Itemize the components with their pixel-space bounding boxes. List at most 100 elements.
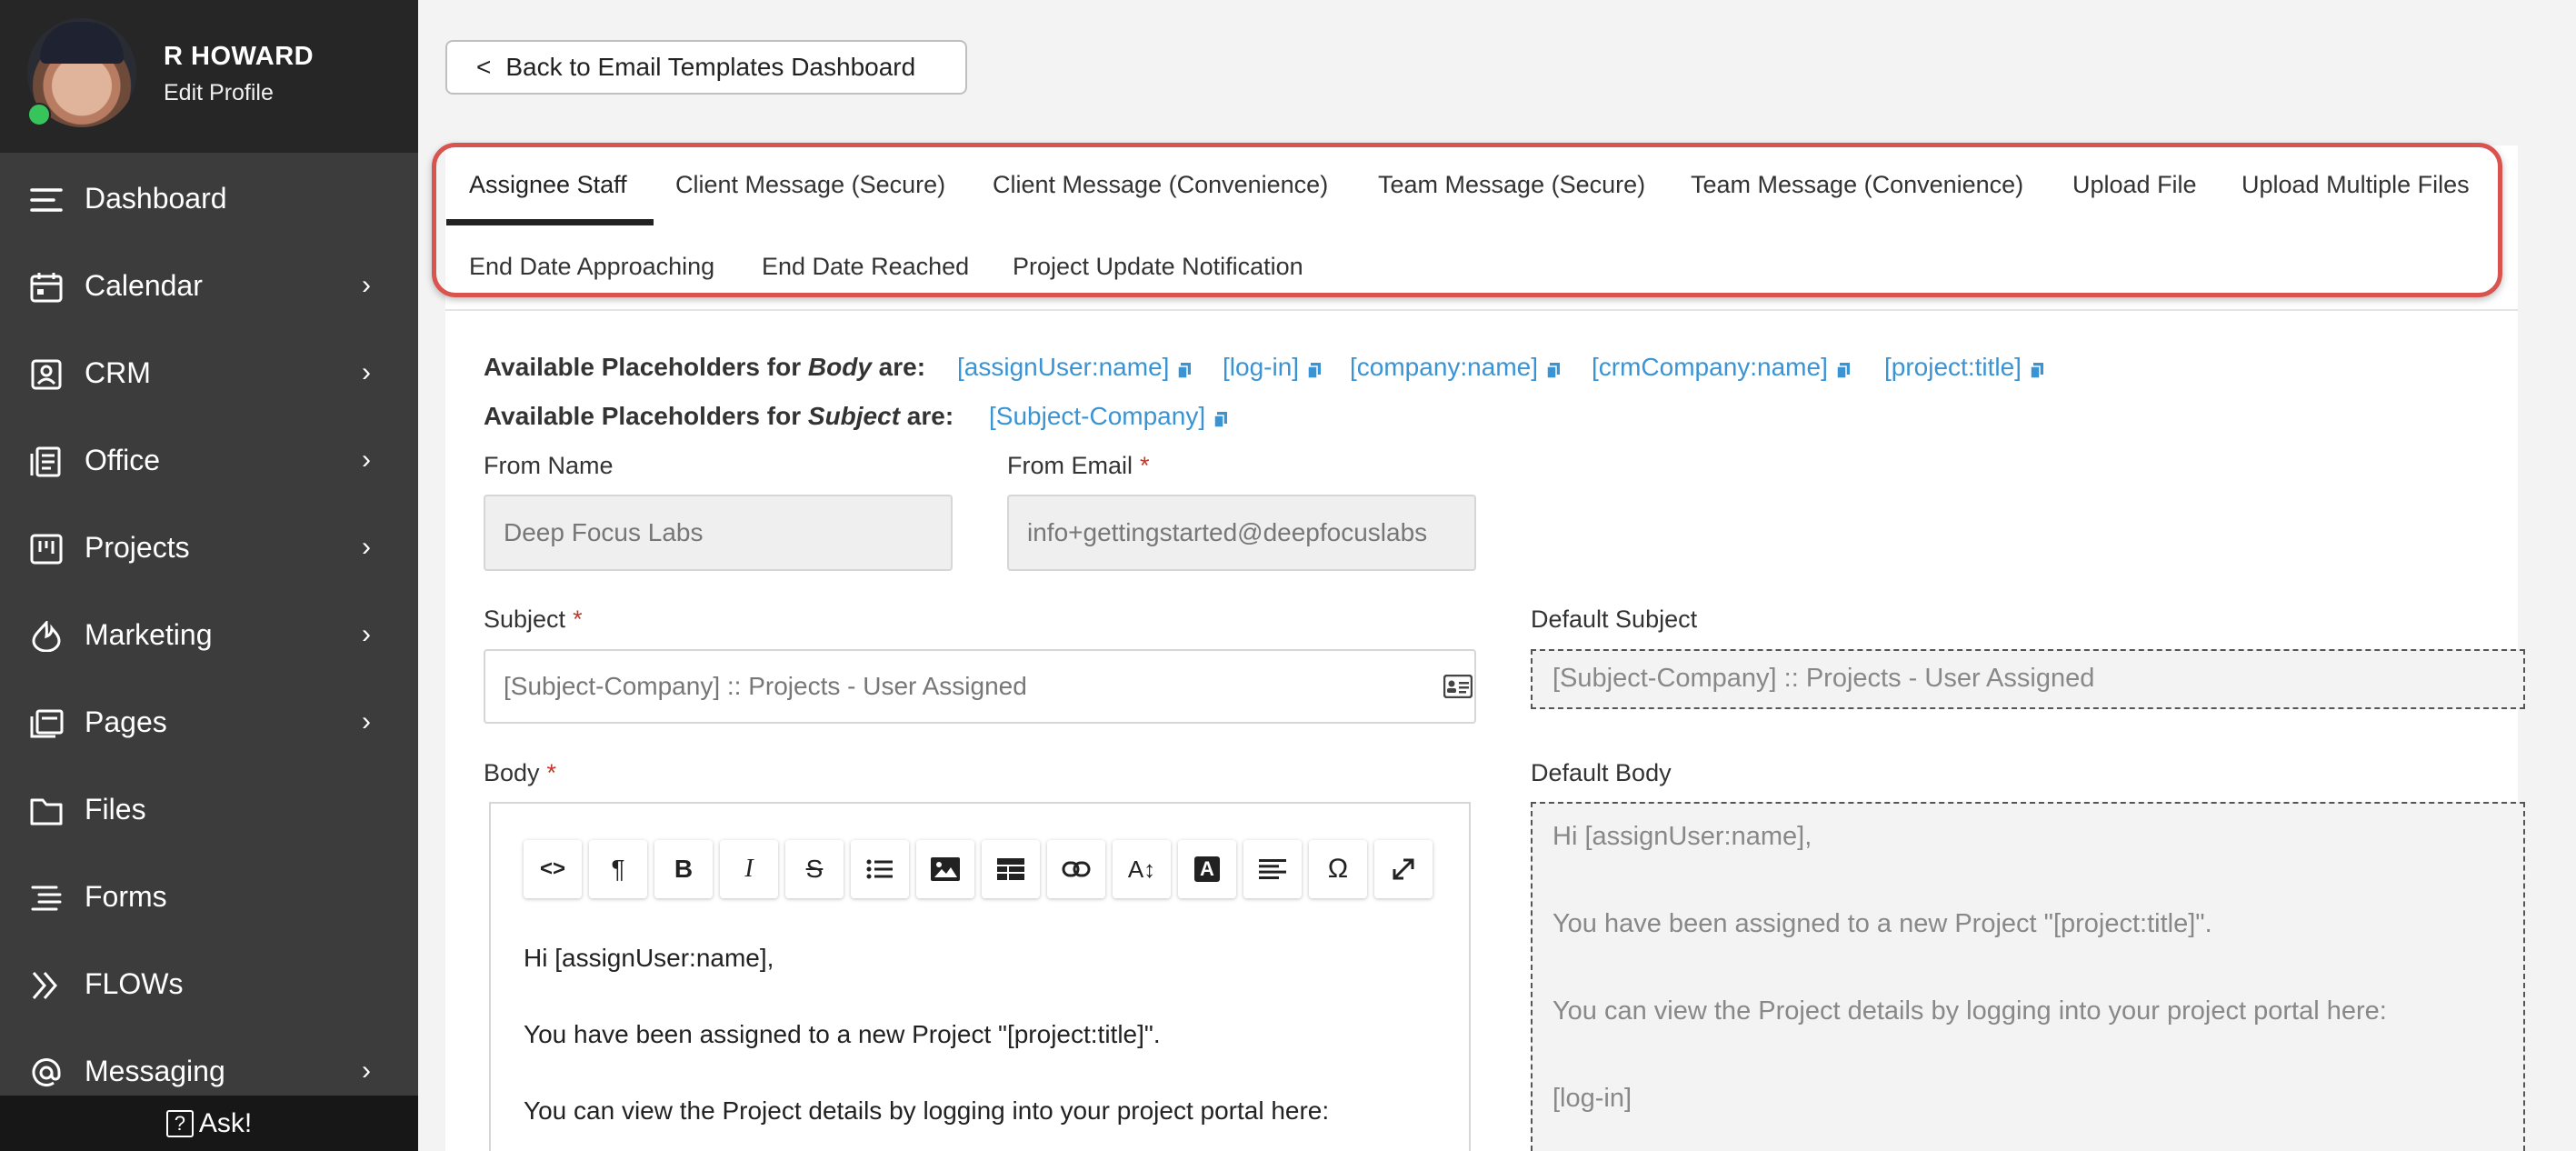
placeholder-subject-company[interactable]: [Subject-Company] bbox=[989, 402, 1228, 431]
copy-icon[interactable] bbox=[1547, 363, 1560, 378]
sidebar-item-marketing[interactable]: Marketing › bbox=[0, 592, 418, 679]
sidebar-item-label: Files bbox=[85, 793, 146, 826]
font-size-button[interactable]: A↕ bbox=[1113, 840, 1171, 898]
online-status-icon bbox=[27, 103, 51, 126]
align-button[interactable] bbox=[1243, 840, 1302, 898]
sidebar-item-label: Calendar bbox=[85, 269, 203, 302]
back-button-label: Back to Email Templates Dashboard bbox=[505, 53, 916, 81]
back-to-dashboard-button[interactable]: < Back to Email Templates Dashboard bbox=[445, 40, 967, 95]
sidebar-item-crm[interactable]: CRM › bbox=[0, 330, 418, 417]
chevron-right-icon: › bbox=[362, 270, 371, 300]
sidebar-item-label: CRM bbox=[85, 356, 151, 389]
body-placeholders-label: Available Placeholders for Body are: bbox=[484, 353, 926, 381]
default-body-line: You have been assigned to a new Project … bbox=[1553, 909, 2212, 938]
sidebar-item-label: Dashboard bbox=[85, 182, 227, 215]
sidebar-item-calendar[interactable]: Calendar › bbox=[0, 243, 418, 330]
chevron-right-icon: › bbox=[362, 357, 371, 387]
subject-field-value: [Subject-Company] :: Projects - User Ass… bbox=[504, 672, 1027, 700]
text-color-button[interactable]: A bbox=[1178, 840, 1236, 898]
default-body-line: Hi [assignUser:name], bbox=[1553, 822, 1812, 851]
sidebar-item-dashboard[interactable]: Dashboard bbox=[0, 155, 418, 243]
from-email-label: From Email * bbox=[1007, 452, 1150, 479]
text-color-icon: A bbox=[1194, 856, 1220, 882]
ask-button[interactable]: ? Ask! bbox=[0, 1096, 418, 1151]
sidebar-item-label: Messaging bbox=[85, 1055, 225, 1087]
sidebar-item-label: Marketing bbox=[85, 618, 213, 651]
align-left-icon bbox=[1259, 859, 1286, 879]
sidebar-item-label: Projects bbox=[85, 531, 190, 564]
code-view-button[interactable]: <> bbox=[524, 840, 582, 898]
subject-field[interactable]: [Subject-Company] :: Projects - User Ass… bbox=[484, 649, 1476, 724]
default-body-line: You can view the Project details by logg… bbox=[1553, 996, 2387, 1026]
placeholder-company-name[interactable]: [company:name] bbox=[1350, 353, 1560, 382]
default-subject-label: Default Subject bbox=[1531, 606, 1698, 633]
from-email-field[interactable]: info+gettingstarted@deepfocuslabs bbox=[1007, 495, 1476, 571]
copy-icon[interactable] bbox=[1178, 363, 1192, 378]
list-icon bbox=[866, 859, 893, 879]
copy-icon[interactable] bbox=[1214, 412, 1228, 427]
at-sign-icon bbox=[32, 1058, 61, 1086]
sidebar-item-label: FLOWs bbox=[85, 967, 184, 1000]
copy-icon[interactable] bbox=[1836, 363, 1850, 378]
image-button[interactable] bbox=[916, 840, 974, 898]
kanban-board-icon bbox=[30, 534, 63, 565]
default-subject-text: [Subject-Company] :: Projects - User Ass… bbox=[1553, 664, 2095, 693]
default-body-label: Default Body bbox=[1531, 759, 1672, 786]
question-box-icon: ? bbox=[165, 1109, 194, 1137]
user-name: R HOWARD bbox=[164, 42, 315, 71]
edit-profile-link[interactable]: Edit Profile bbox=[164, 80, 274, 106]
table-icon bbox=[997, 858, 1024, 880]
folder-icon bbox=[30, 798, 63, 826]
contact-card-icon bbox=[31, 359, 62, 390]
required-mark: * bbox=[546, 759, 557, 786]
italic-button[interactable]: I bbox=[720, 840, 778, 898]
default-subject-display: [Subject-Company] :: Projects - User Ass… bbox=[1531, 649, 2525, 709]
tabs-highlight-outline bbox=[432, 143, 2502, 297]
sidebar-item-flows[interactable]: FLOWs bbox=[0, 941, 418, 1028]
paragraph-button[interactable]: ¶ bbox=[589, 840, 647, 898]
sidebar-item-files[interactable]: Files bbox=[0, 766, 418, 854]
table-button[interactable] bbox=[982, 840, 1040, 898]
strikethrough-button[interactable]: S bbox=[785, 840, 844, 898]
from-name-field[interactable]: Deep Focus Labs bbox=[484, 495, 953, 571]
placeholder-assign-user-name[interactable]: [assignUser:name] bbox=[957, 353, 1192, 382]
subject-label: Subject * bbox=[484, 606, 583, 633]
profile-panel: R HOWARD Edit Profile bbox=[0, 0, 418, 153]
copy-icon[interactable] bbox=[2030, 363, 2043, 378]
placeholder-picker-icon[interactable] bbox=[1443, 675, 1473, 698]
sidebar-item-pages[interactable]: Pages › bbox=[0, 679, 418, 766]
form-list-icon bbox=[31, 886, 62, 911]
special-char-button[interactable]: Ω bbox=[1309, 840, 1367, 898]
calendar-icon bbox=[30, 273, 63, 303]
code-icon: <> bbox=[539, 856, 566, 881]
expand-icon bbox=[1393, 858, 1414, 880]
list-button[interactable] bbox=[851, 840, 909, 898]
sidebar-item-office[interactable]: Office › bbox=[0, 417, 418, 505]
link-button[interactable] bbox=[1047, 840, 1105, 898]
copy-icon[interactable] bbox=[1308, 363, 1322, 378]
placeholder-project-title[interactable]: [project:title] bbox=[1884, 353, 2043, 382]
placeholder-log-in[interactable]: [log-in] bbox=[1223, 353, 1322, 382]
pages-icon bbox=[30, 709, 64, 738]
italic-icon: I bbox=[744, 855, 754, 883]
body-editor-line: You have been assigned to a new Project … bbox=[524, 1020, 1161, 1048]
ask-label: Ask! bbox=[198, 1107, 253, 1138]
sidebar-item-label: Pages bbox=[85, 706, 167, 738]
bold-button[interactable]: B bbox=[654, 840, 713, 898]
placeholder-crm-company-name[interactable]: [crmCompany:name] bbox=[1592, 353, 1850, 382]
chevron-right-icon: › bbox=[362, 706, 371, 736]
sidebar-item-forms[interactable]: Forms bbox=[0, 854, 418, 941]
body-editor-line: You can view the Project details by logg… bbox=[524, 1096, 1330, 1125]
sidebar-item-label: Forms bbox=[85, 880, 167, 913]
required-mark: * bbox=[573, 606, 583, 633]
sidebar-item-projects[interactable]: Projects › bbox=[0, 505, 418, 592]
chevron-right-icon: › bbox=[362, 445, 371, 475]
bold-icon: B bbox=[674, 855, 694, 883]
paragraph-icon: ¶ bbox=[611, 855, 625, 883]
chevron-right-icon: › bbox=[362, 619, 371, 649]
back-arrow-icon: < bbox=[476, 53, 492, 81]
office-document-icon bbox=[30, 446, 61, 477]
fullscreen-button[interactable] bbox=[1374, 840, 1433, 898]
menu-icon bbox=[30, 188, 63, 212]
link-icon bbox=[1062, 861, 1091, 877]
